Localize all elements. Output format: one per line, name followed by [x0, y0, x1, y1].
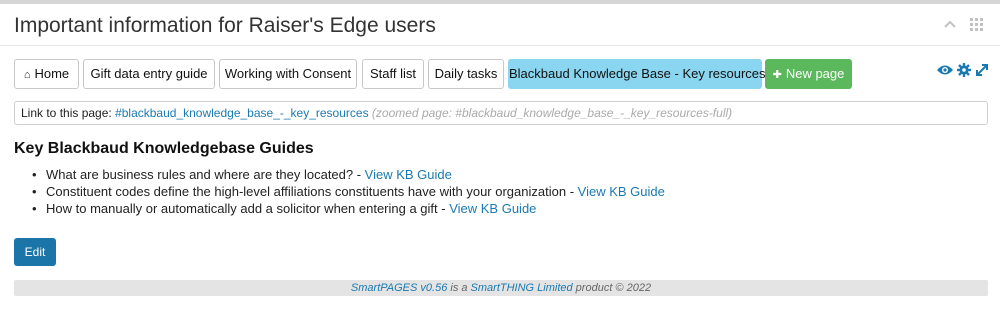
eye-icon[interactable]: [936, 63, 954, 77]
guide-list: • What are business rules and where are …: [30, 166, 930, 217]
item-text: How to manually or automatically add a s…: [46, 201, 450, 216]
info-panel: Important information for Raiser's Edge …: [0, 0, 1000, 318]
tab-label: Gift data entry guide: [90, 66, 208, 81]
tab-label: Working with Consent: [224, 66, 352, 81]
list-item: • Constituent codes define the high-leve…: [30, 183, 930, 200]
product-link[interactable]: SmartPAGES v0.56: [351, 282, 447, 294]
expand-icon[interactable]: [975, 63, 989, 77]
bullet: •: [32, 167, 37, 182]
tab-blackbaud-knowledge-base[interactable]: Blackbaud Knowledge Base - Key resources: [508, 59, 766, 89]
tab-working-with-consent[interactable]: Working with Consent: [219, 59, 357, 89]
chevron-up-icon[interactable]: [944, 19, 956, 34]
page-link-bar: Link to this page: #blackbaud_knowledge_…: [14, 101, 988, 125]
new-page-label: New page: [785, 66, 845, 81]
home-icon: ⌂: [23, 69, 31, 81]
list-item: • What are business rules and where are …: [30, 166, 930, 183]
tab-label: Daily tasks: [434, 66, 498, 81]
tab-home[interactable]: ⌂ Home: [14, 59, 79, 89]
kb-guide-link[interactable]: View KB Guide: [578, 184, 665, 199]
footer-credit: SmartPAGES v0.56 is a SmartTHING Limited…: [14, 280, 988, 296]
tab-staff-list[interactable]: Staff list: [362, 59, 424, 89]
tab-daily-tasks[interactable]: Daily tasks: [428, 59, 504, 89]
panel-title: Important information for Raiser's Edge …: [14, 14, 436, 37]
tab-gift-data-entry-guide[interactable]: Gift data entry guide: [83, 59, 215, 89]
page-anchor-link[interactable]: #blackbaud_knowledge_base_-_key_resource…: [115, 106, 369, 120]
link-prefix: Link to this page:: [21, 106, 116, 120]
footer-mid: is a: [447, 282, 471, 294]
bullet: •: [32, 201, 37, 216]
tab-label: Staff list: [369, 66, 416, 81]
tab-home-label: Home: [34, 66, 70, 81]
company-link[interactable]: SmartTHING Limited: [471, 282, 573, 294]
zoomed-page-note: (zoomed page: #blackbaud_knowledge_base_…: [371, 106, 733, 120]
kb-guide-link[interactable]: View KB Guide: [365, 167, 452, 182]
tab-label: Blackbaud Knowledge Base - Key resources: [509, 66, 766, 81]
footer-suffix: product © 2022: [572, 282, 652, 294]
edit-button[interactable]: Edit: [14, 238, 56, 266]
panel-header: Important information for Raiser's Edge …: [0, 8, 1000, 46]
gear-icon[interactable]: [957, 63, 971, 77]
grid-drag-icon[interactable]: [970, 18, 984, 32]
item-text: Constituent codes define the high-level …: [46, 184, 578, 199]
item-text: What are business rules and where are th…: [46, 167, 365, 182]
kb-guide-link[interactable]: View KB Guide: [449, 201, 536, 216]
list-item: • How to manually or automatically add a…: [30, 200, 930, 217]
bullet: •: [32, 184, 37, 199]
new-page-button[interactable]: ✚ New page: [765, 59, 852, 89]
content-heading: Key Blackbaud Knowledgebase Guides: [14, 140, 314, 157]
plus-icon: ✚: [772, 69, 782, 81]
